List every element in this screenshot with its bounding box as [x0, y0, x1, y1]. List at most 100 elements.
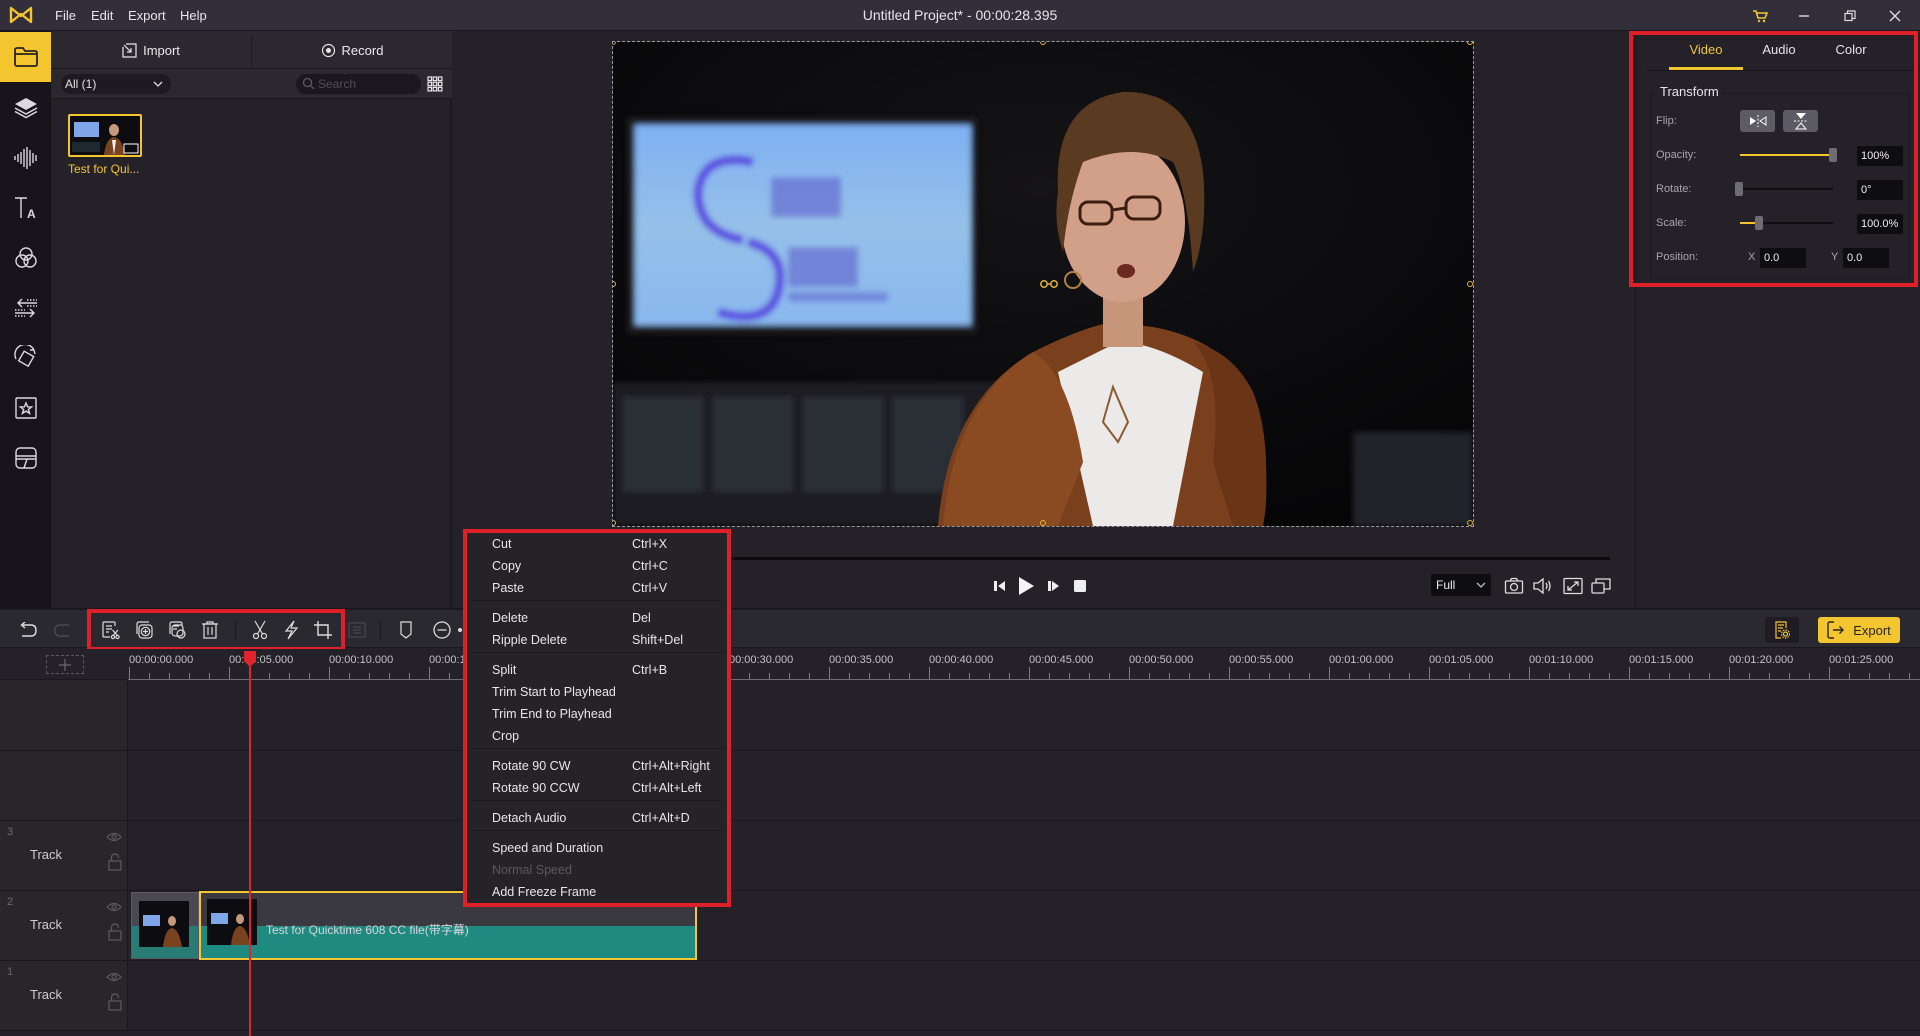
tab-color[interactable]: Color — [1815, 39, 1887, 69]
quality-dropdown[interactable]: Full — [1431, 574, 1491, 596]
rail-motion[interactable] — [0, 333, 51, 383]
record-button[interactable]: Record — [252, 31, 452, 69]
flip-horizontal-button[interactable] — [1740, 110, 1775, 132]
menu-item-cut[interactable]: Cut Ctrl+X — [467, 533, 727, 555]
eye-icon[interactable] — [106, 832, 122, 842]
video-preview[interactable] — [612, 41, 1474, 527]
opacity-slider[interactable] — [1740, 148, 1837, 162]
menu-item-rotate-90-ccw[interactable]: Rotate 90 CCW Ctrl+Alt+Left — [467, 777, 727, 799]
track-number: 3 — [7, 826, 14, 838]
scale-slider[interactable] — [1740, 216, 1833, 230]
fullscreen-button[interactable] — [1562, 575, 1584, 597]
add-marker-button[interactable] — [394, 618, 418, 642]
project-settings-button[interactable] — [1765, 617, 1799, 643]
cart-button[interactable] — [1742, 0, 1778, 31]
menu-item-trim-end-to-playhead[interactable]: Trim End to Playhead — [467, 703, 727, 725]
position-y-label: Y — [1831, 251, 1839, 263]
speed-button[interactable] — [279, 618, 303, 642]
filter-dropdown[interactable]: All (1) — [61, 74, 171, 94]
rail-stickers[interactable] — [0, 383, 51, 433]
menu-export[interactable]: Export — [128, 0, 166, 31]
rail-transitions[interactable] — [0, 283, 51, 333]
close-button[interactable] — [1877, 0, 1913, 31]
grid-view-button[interactable] — [426, 75, 444, 93]
track-header: 3 Track — [0, 821, 128, 890]
lock-icon[interactable] — [108, 993, 122, 1011]
minimize-button[interactable] — [1786, 0, 1822, 31]
playback-progress-bar[interactable] — [730, 557, 1610, 560]
menu-item-split[interactable]: Split Ctrl+B — [467, 659, 727, 681]
rail-layers[interactable] — [0, 83, 51, 133]
add-clip-button[interactable] — [132, 618, 156, 642]
playhead-handle[interactable] — [243, 650, 257, 668]
menu-item-detach-audio[interactable]: Detach Audio Ctrl+Alt+D — [467, 807, 727, 829]
position-x-input[interactable]: 0.0 — [1760, 248, 1806, 268]
detach-preview-button[interactable] — [1590, 575, 1612, 597]
next-frame-icon — [1047, 579, 1061, 593]
rotate-slider[interactable] — [1735, 182, 1833, 196]
prev-frame-button[interactable] — [989, 575, 1011, 597]
menu-item-rotate-90-cw[interactable]: Rotate 90 CW Ctrl+Alt+Right — [467, 755, 727, 777]
import-button[interactable]: Import — [51, 31, 251, 69]
rail-media[interactable] — [0, 32, 51, 82]
rail-templates[interactable] — [0, 433, 51, 483]
delete-button[interactable] — [198, 618, 222, 642]
video-clip-segment[interactable] — [131, 892, 199, 959]
redo-button[interactable] — [51, 618, 75, 642]
menu-item-trim-start-to-playhead[interactable]: Trim Start to Playhead — [467, 681, 727, 703]
opacity-slider-thumb[interactable] — [1829, 148, 1837, 162]
search-input[interactable] — [318, 76, 414, 92]
menu-file[interactable]: File — [55, 0, 76, 31]
cut-clip-button[interactable] — [99, 618, 123, 642]
media-panel: Import Record All (1) Search Test for Qu… — [51, 31, 452, 608]
undo-button[interactable] — [16, 618, 40, 642]
rail-text[interactable]: A — [0, 183, 51, 233]
rail-audio[interactable] — [0, 133, 51, 183]
menu-item-delete[interactable]: Delete Del — [467, 607, 727, 629]
eye-icon[interactable] — [106, 902, 122, 912]
flip-vertical-button[interactable] — [1783, 110, 1818, 132]
media-item[interactable]: Test for Qui... — [68, 114, 144, 189]
scale-value[interactable]: 100.0% — [1857, 214, 1903, 234]
menu-item-crop[interactable]: Crop — [467, 725, 727, 747]
next-frame-button[interactable] — [1043, 575, 1065, 597]
tab-audio[interactable]: Audio — [1743, 39, 1815, 69]
menu-item-copy[interactable]: Copy Ctrl+C — [467, 555, 727, 577]
play-button[interactable] — [1015, 575, 1037, 597]
lock-icon[interactable] — [108, 923, 122, 941]
zoom-slider-thumb[interactable] — [458, 628, 462, 632]
split-button[interactable] — [248, 618, 272, 642]
resize-handle-b[interactable] — [1040, 520, 1046, 526]
menu-item-speed-and-duration[interactable]: Speed and Duration — [467, 837, 727, 859]
record-icon — [321, 43, 336, 58]
stop-button[interactable] — [1069, 575, 1091, 597]
crop-button[interactable] — [311, 618, 335, 642]
tab-video[interactable]: Video — [1670, 39, 1742, 69]
menu-help[interactable]: Help — [180, 0, 207, 31]
position-y-input[interactable]: 0.0 — [1843, 248, 1889, 268]
snapshot-button[interactable] — [1503, 575, 1525, 597]
eye-icon[interactable] — [106, 972, 122, 982]
rotate-value[interactable]: 0° — [1857, 180, 1903, 200]
lock-icon[interactable] — [108, 853, 122, 871]
timeline-ruler[interactable]: 00:00:00.000 00:00:05.000 00:00:10.000 00:0… — [0, 649, 1920, 680]
rail-filters[interactable] — [0, 233, 51, 283]
scale-slider-thumb[interactable] — [1754, 216, 1763, 230]
export-button[interactable]: Export — [1818, 617, 1900, 643]
zoom-out-button[interactable] — [430, 618, 454, 642]
opacity-value[interactable]: 100% — [1857, 146, 1903, 166]
mosaic-button[interactable] — [345, 618, 369, 642]
menu-item-paste[interactable]: Paste Ctrl+V — [467, 577, 727, 599]
resize-handle-r[interactable] — [1467, 281, 1473, 287]
menu-item-ripple-delete[interactable]: Ripple Delete Shift+Del — [467, 629, 727, 651]
volume-button[interactable] — [1532, 575, 1554, 597]
menu-edit[interactable]: Edit — [91, 0, 113, 31]
menu-item-shortcut: Ctrl+V — [632, 581, 668, 595]
menu-item-add-freeze-frame[interactable]: Add Freeze Frame — [467, 881, 727, 903]
rotate-anchor-handle[interactable] — [1040, 279, 1066, 289]
copy-clip-button[interactable] — [165, 618, 189, 642]
restore-button[interactable] — [1832, 0, 1868, 31]
rotate-slider-thumb[interactable] — [1735, 182, 1743, 196]
minimize-icon — [1798, 10, 1810, 22]
resize-handle-br[interactable] — [1467, 520, 1473, 526]
